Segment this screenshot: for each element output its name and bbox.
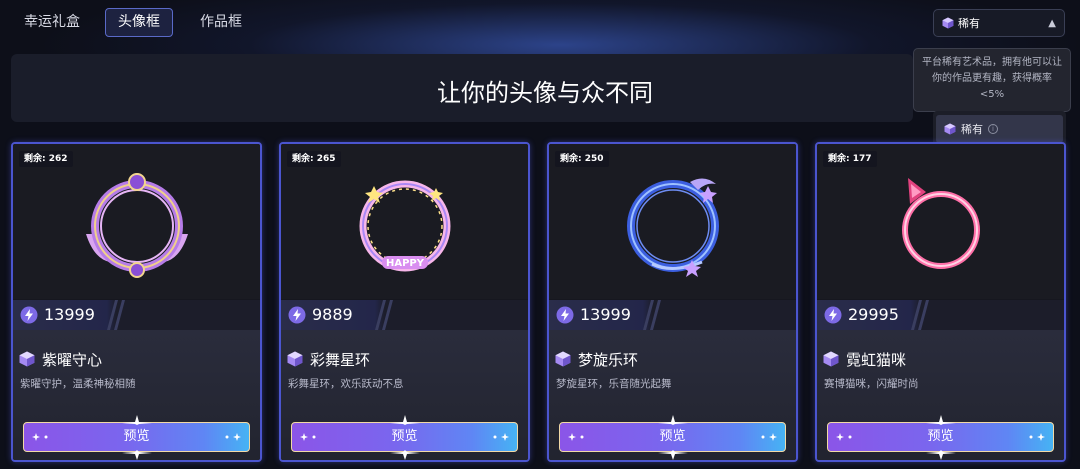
card-description: 彩舞星环，欢乐跃动不息 (288, 378, 404, 390)
preview-button[interactable]: 预览 (559, 415, 786, 460)
card-info: 梦旋乐环 梦旋星环，乐音随光起舞 预览 (549, 330, 796, 460)
avatar-frame-image: HAPPY (359, 180, 451, 272)
card-description: 赛博猫咪，闪耀时尚 (824, 378, 919, 390)
price-bar: 29995 (817, 300, 1064, 330)
hero-banner: 让你的头像与众不同 (11, 54, 913, 122)
purple-cube-icon (823, 351, 839, 367)
svg-text:HAPPY: HAPPY (386, 258, 425, 269)
price-bar: 13999 (13, 300, 260, 330)
remaining-badge: 剩余: 262 (19, 151, 73, 167)
sparkle-ornament-icon (390, 450, 420, 460)
purple-cube-icon (19, 351, 35, 367)
price-value: 9889 (312, 305, 353, 324)
remaining-badge: 剩余: 250 (555, 151, 609, 167)
preview-button[interactable]: 预览 (291, 415, 518, 460)
banner-title: 让你的头像与众不同 (437, 79, 653, 107)
sparkle-icon (1029, 433, 1045, 441)
price-value: 29995 (848, 305, 899, 324)
chevron-up-icon: ▲ (1048, 17, 1056, 29)
dropdown-item-rare[interactable]: 稀有 i (936, 115, 1063, 143)
info-icon[interactable]: i (988, 124, 998, 134)
tab-work-frame[interactable]: 作品框 (187, 8, 255, 37)
lightning-coin-icon (20, 306, 38, 324)
preview-button[interactable]: 预览 (23, 415, 250, 460)
remaining-badge: 剩余: 265 (287, 151, 341, 167)
top-nav: 幸运礼盒 头像框 作品框 (0, 0, 1080, 46)
decorative-slashes (107, 300, 125, 330)
sparkle-ornament-icon (122, 450, 152, 460)
card-title: 紫曜守心 (42, 351, 103, 369)
card-title: 梦旋乐环 (578, 351, 639, 369)
frame-card[interactable]: 剩余: 262 13999 紫曜守心 紫曜守护，温柔神秘相随 预览 (11, 142, 262, 462)
frame-card[interactable]: 剩余: 177 29995 霓虹猫咪 赛博猫咪，闪耀时尚 预览 (815, 142, 1066, 462)
decorative-slashes (643, 300, 661, 330)
lightning-coin-icon (824, 306, 842, 324)
frame-art: 剩余: 265 HAPPY (281, 144, 528, 299)
frame-art: 剩余: 262 (13, 144, 260, 299)
decorative-slashes (375, 300, 393, 330)
frame-art: 剩余: 250 (549, 144, 796, 299)
preview-button-label: 预览 (659, 429, 686, 444)
sparkle-icon (761, 433, 777, 441)
price-value: 13999 (44, 305, 95, 324)
avatar-frame-image (902, 178, 980, 269)
lightning-coin-icon (556, 306, 574, 324)
price-value: 13999 (580, 305, 631, 324)
price-bar: 9889 (281, 300, 528, 330)
preview-button[interactable]: 预览 (827, 415, 1054, 460)
sparkle-icon (225, 433, 241, 441)
tab-avatar-frame[interactable]: 头像框 (105, 8, 173, 37)
preview-button-label: 预览 (391, 429, 418, 444)
filter-selected-label: 稀有 (958, 17, 980, 30)
card-description: 紫曜守护，温柔神秘相随 (20, 378, 136, 390)
card-title: 彩舞星环 (310, 351, 371, 369)
tab-lucky-box[interactable]: 幸运礼盒 (11, 8, 93, 37)
rarity-filter-select[interactable]: 稀有 ▲ (933, 9, 1065, 37)
remaining-badge: 剩余: 177 (823, 151, 877, 167)
rarity-tooltip: 平台稀有艺术品，拥有他可以让你的作品更有趣，获得概率<5% (913, 48, 1071, 112)
purple-cube-icon (287, 351, 303, 367)
card-info: 彩舞星环 彩舞星环，欢乐跃动不息 预览 (281, 330, 528, 460)
sparkle-icon (493, 433, 509, 441)
sparkle-ornament-icon (658, 450, 688, 460)
sparkle-ornament-icon (926, 450, 956, 460)
avatar-frame-image (86, 173, 188, 278)
frame-art: 剩余: 177 (817, 144, 1064, 299)
frame-card[interactable]: 剩余: 265 HAPPY 9889 彩舞星环 彩舞星环，欢乐跃动不息 预览 (279, 142, 530, 462)
purple-cube-icon (555, 351, 571, 367)
lightning-coin-icon (288, 306, 306, 324)
price-bar: 13999 (549, 300, 796, 330)
preview-button-label: 预览 (927, 429, 954, 444)
decorative-slashes (911, 300, 929, 330)
purple-cube-icon (942, 17, 954, 29)
card-info: 紫曜守心 紫曜守护，温柔神秘相随 预览 (13, 330, 260, 460)
card-description: 梦旋星环，乐音随光起舞 (556, 378, 672, 390)
preview-button-label: 预览 (123, 429, 150, 444)
dropdown-item-label: 稀有 (961, 123, 983, 136)
card-info: 霓虹猫咪 赛博猫咪，闪耀时尚 预览 (817, 330, 1064, 460)
card-title: 霓虹猫咪 (846, 351, 907, 369)
frame-card[interactable]: 剩余: 250 13999 梦旋乐环 梦旋星环，乐音随光起舞 预览 (547, 142, 798, 462)
purple-cube-icon (944, 123, 956, 135)
avatar-frame-image (627, 178, 719, 277)
